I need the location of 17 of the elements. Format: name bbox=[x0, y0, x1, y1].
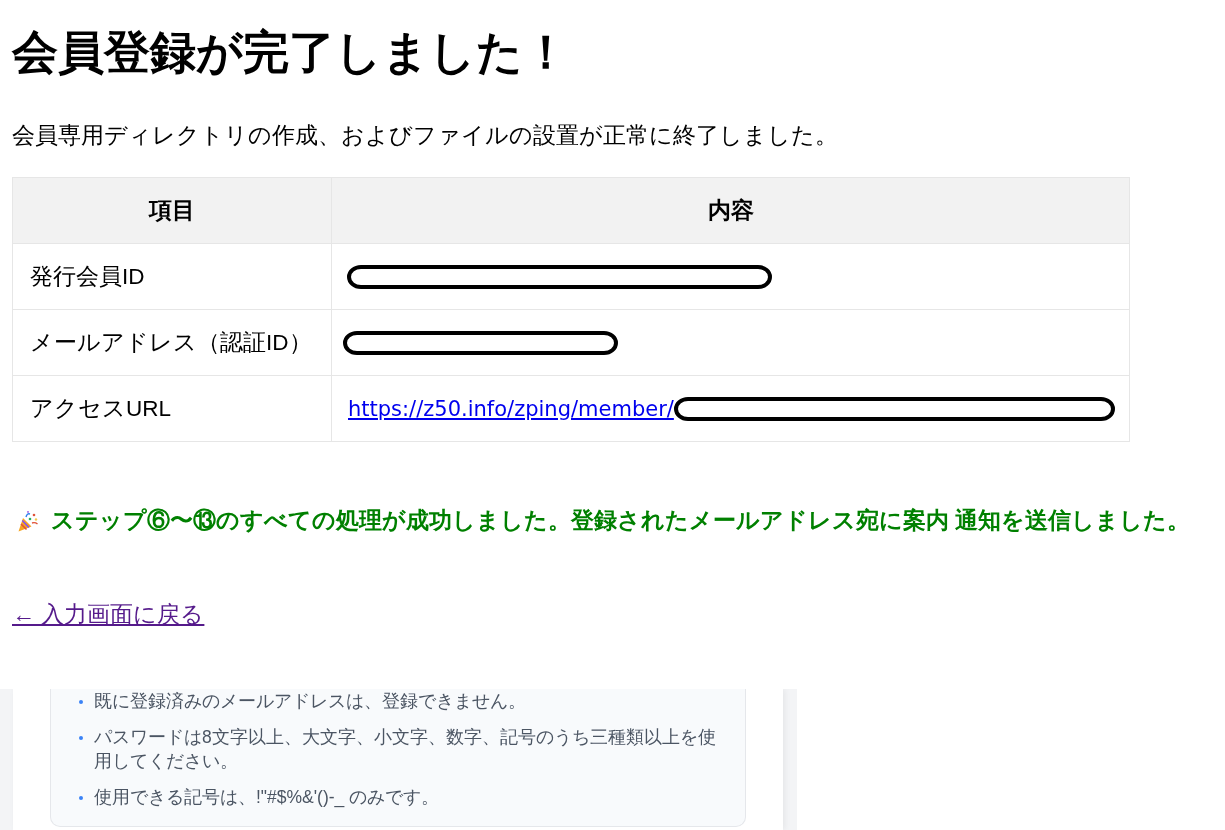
url-link[interactable]: https://z50.info/zping/member/ bbox=[346, 396, 674, 421]
table-cell: メールアドレス（認証ID） bbox=[12, 309, 332, 376]
back-link[interactable]: ← 入力画面に戻る bbox=[12, 601, 205, 627]
table-cell: 発行会員ID bbox=[12, 243, 332, 310]
table-cell: アクセスURL bbox=[12, 375, 332, 442]
page-heading: 会員登録が完了しました！ bbox=[12, 26, 570, 79]
bullet-icon bbox=[79, 700, 83, 704]
note-text: 既に登録済みのメールアドレスは、登録できません。 bbox=[94, 690, 526, 713]
bullet-icon bbox=[79, 796, 83, 800]
success-message: ステップ⑥〜⑬のすべての処理が成功しました。登録されたメールアドレス宛に案内 通知を送信しました。 bbox=[51, 507, 1191, 535]
party-popper-icon bbox=[18, 510, 38, 532]
note-text: 使用できる記号は、!"#$%&'()-_ のみです。 bbox=[94, 786, 440, 809]
bullet-icon bbox=[79, 736, 83, 740]
note-text: パスワードは8文字以上、大文字、小文字、数字、記号のうち三種類以上を使用してください。 bbox=[94, 726, 717, 773]
description-text: 会員専用ディレクトリの作成、およびファイルの設置が正常に終了しました。 bbox=[12, 121, 839, 149]
column-header: 内容 bbox=[331, 177, 1130, 244]
column-header: 項目 bbox=[12, 177, 332, 244]
